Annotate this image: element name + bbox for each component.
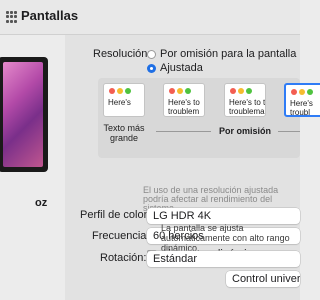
window-title: Pantallas: [21, 8, 79, 23]
scale-option-3[interactable]: Here's to t troublemak ones who: [224, 83, 266, 117]
larger-text-label: Texto más grande: [103, 123, 145, 143]
display-name: oz: [35, 197, 48, 209]
resolution-label: Resolución:: [93, 48, 151, 60]
scale-option-4-selected[interactable]: Here's troubl rebels: [284, 83, 320, 117]
color-profile-select[interactable]: LG HDR 4K: [147, 208, 300, 224]
scale-preview-text: Here's to t troublemak ones who: [229, 98, 266, 116]
refresh-rate-label: Frecuencia:: [92, 230, 150, 242]
scale-preview-text: Here's troubl rebels: [290, 99, 313, 117]
default-scale-label: Por omisión: [219, 126, 272, 136]
color-profile-label: Perfil de color:: [80, 209, 151, 221]
radio-default-resolution[interactable]: [147, 50, 156, 59]
scale-options: Here's Here's to troublem Here's to t tr…: [98, 78, 320, 158]
hdr-note: La pantalla se ajusta automáticamente co…: [161, 223, 290, 253]
scale-option-larger-text[interactable]: Here's: [103, 83, 145, 117]
scale-preview-text: Here's: [108, 98, 131, 107]
default-bracket-left: [156, 131, 211, 132]
rotation-label: Rotación:: [100, 252, 147, 264]
title-bar: Pantallas: [0, 0, 300, 35]
wallpaper-image: [3, 62, 43, 167]
rotation-select[interactable]: Estándar: [147, 251, 300, 267]
radio-scaled-resolution-label[interactable]: Ajustada: [160, 62, 203, 74]
default-bracket-right: [278, 131, 300, 132]
scale-preview-text: Here's to troublem: [168, 98, 200, 116]
universal-control-button[interactable]: Control universal: [226, 271, 300, 287]
radio-default-resolution-label[interactable]: Por omisión para la pantalla: [160, 48, 296, 60]
radio-scaled-resolution[interactable]: [147, 64, 156, 73]
scale-option-2[interactable]: Here's to troublem: [163, 83, 205, 117]
sidebar: oz: [0, 35, 65, 300]
display-thumbnail[interactable]: [0, 57, 48, 172]
grid-icon[interactable]: [6, 11, 18, 23]
